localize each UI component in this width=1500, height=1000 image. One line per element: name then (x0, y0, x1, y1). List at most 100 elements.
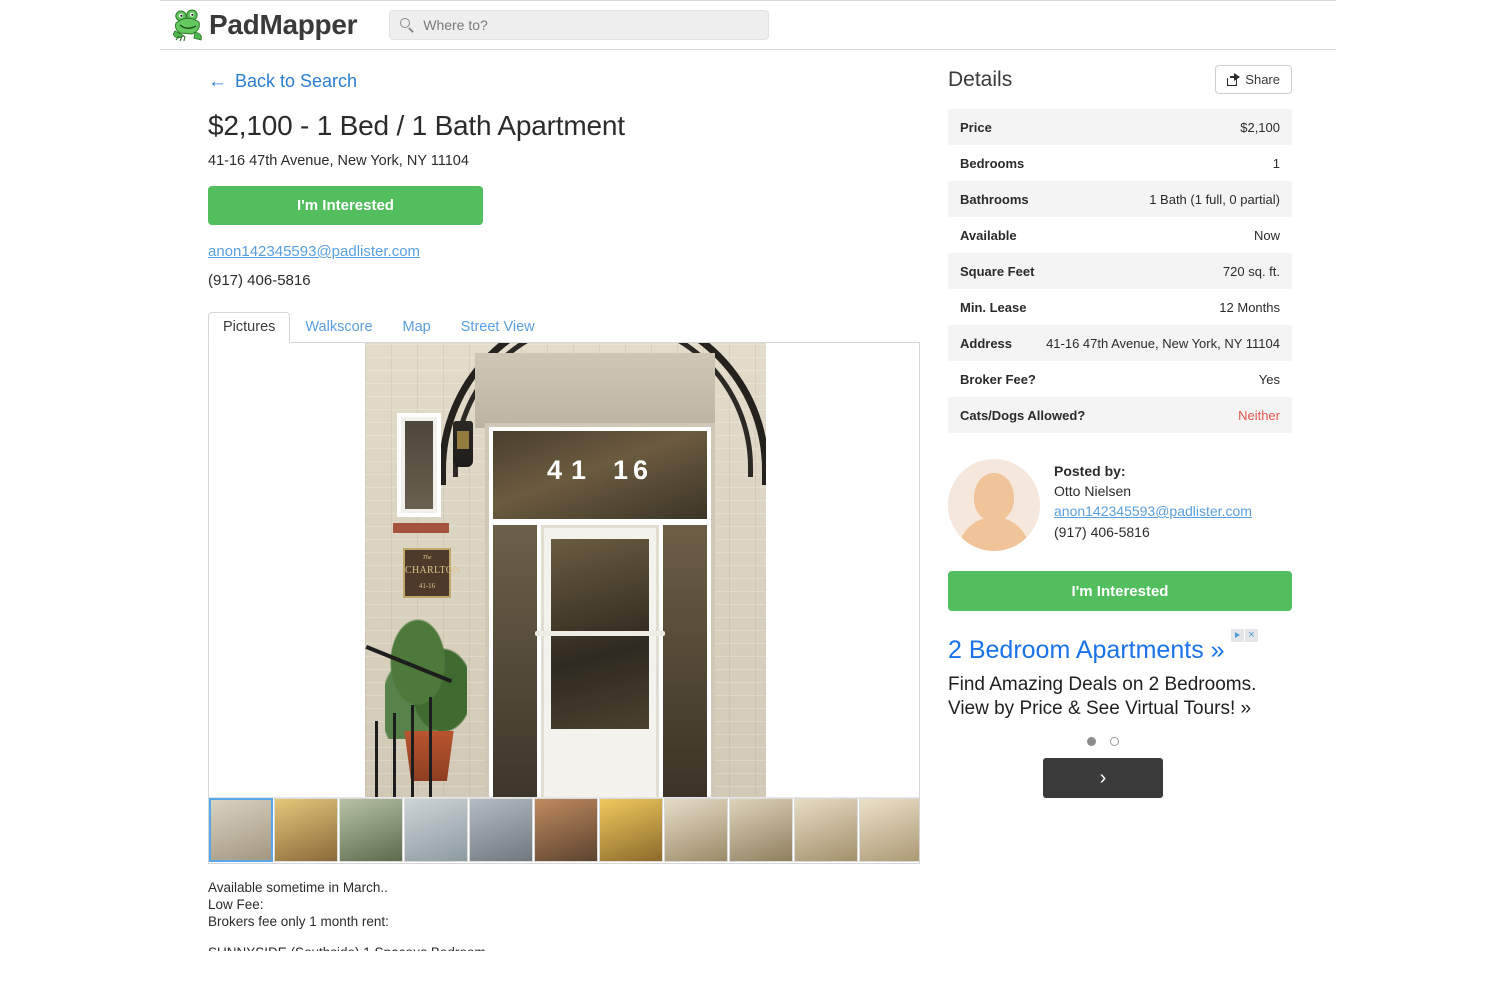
detail-label: Address (960, 335, 1013, 351)
detail-label: Bathrooms (960, 191, 1029, 207)
thumbnail-item[interactable] (859, 798, 919, 862)
thumbnail-item[interactable] (469, 798, 533, 862)
description-line-clipped: SUNNYSIDE (Southside) 1 Spacous Bedroom (208, 945, 923, 951)
listing-address: 41-16 47th Avenue, New York, NY 11104 (208, 153, 469, 169)
poster-block: Posted by: Otto Nielsen anon142345593@pa… (948, 459, 1292, 551)
detail-label: Square Feet (960, 263, 1035, 279)
address-digit-2: 1 (571, 455, 587, 485)
description-line: Low Fee: (208, 896, 264, 912)
back-arrow-icon: ← (208, 71, 227, 92)
close-icon[interactable]: × (1245, 629, 1258, 642)
detail-value: 12 Months (1219, 299, 1280, 315)
table-row: Square Feet 720 sq. ft. (948, 253, 1292, 289)
detail-value: 41-16 47th Avenue, New York, NY 11104 (1046, 335, 1280, 351)
adchoices-icon[interactable] (1231, 629, 1244, 642)
contact-email-link[interactable]: anon142345593@padlister.com (208, 243, 420, 260)
padmapper-listing-page: PadMapper Where to? ← Back to Search $2,… (0, 0, 1500, 1000)
carousel-dot-active[interactable] (1087, 737, 1096, 747)
brand-name: PadMapper (209, 9, 358, 40)
adchoices-controls[interactable]: × (1231, 629, 1258, 642)
share-external-link-icon (1227, 73, 1241, 86)
share-button[interactable]: Share (1215, 65, 1292, 94)
thumbnail-item[interactable] (274, 798, 338, 862)
carousel-dot[interactable] (1110, 737, 1119, 747)
brand-logo[interactable]: PadMapper (172, 7, 358, 43)
thumbnail-item[interactable] (794, 798, 858, 862)
address-digit-3: 1 (613, 455, 629, 485)
avatar (948, 459, 1040, 551)
advertisement: × 2 Bedroom Apartments » Find Amazing De… (948, 629, 1258, 799)
poster-info: Posted by: Otto Nielsen anon142345593@pa… (1054, 459, 1252, 551)
listing-sidebar: Details Share Price $2,100 Bedrooms 1 Ba… (948, 65, 1292, 799)
detail-label: Price (960, 119, 992, 135)
plaque-line-1: The (422, 555, 432, 561)
tab-street-view[interactable]: Street View (446, 312, 550, 344)
poster-email-link[interactable]: anon142345593@padlister.com (1054, 503, 1252, 519)
detail-value: 1 Bath (1 full, 0 partial) (1149, 191, 1280, 207)
search-placeholder: Where to? (423, 17, 488, 33)
table-row: Broker Fee? Yes (948, 361, 1292, 397)
thumbnail-item[interactable] (729, 798, 793, 862)
status-badge: Neither (1238, 407, 1280, 423)
railing (365, 643, 457, 813)
description-line: Brokers fee only 1 month rent: (208, 913, 389, 929)
thumbnail-strip[interactable] (209, 797, 919, 863)
thumbnail-item[interactable] (404, 798, 468, 862)
detail-value: Yes (1258, 371, 1280, 387)
tab-walkscore[interactable]: Walkscore (290, 312, 387, 344)
plaque-line-3: 41-16 (418, 582, 436, 590)
search-icon (400, 17, 415, 33)
thumbnail-item[interactable] (599, 798, 663, 862)
poster-phone: (917) 406-5816 (1054, 524, 1150, 540)
table-row: Price $2,100 (948, 109, 1292, 145)
detail-label: Broker Fee? (960, 371, 1036, 387)
page-content: ← Back to Search $2,100 - 1 Bed / 1 Bath… (160, 51, 1336, 1000)
details-header: Details Share (948, 65, 1292, 94)
media-tabs: Pictures Walkscore Map Street View (208, 311, 923, 343)
main-photo[interactable]: The CHARLTON 41-16 4 1 1 6 (365, 343, 766, 863)
ad-body: Find Amazing Deals on 2 Bedrooms. View b… (948, 674, 1257, 720)
ad-next-button[interactable]: › (1043, 758, 1163, 799)
im-interested-button[interactable]: I'm Interested (208, 186, 483, 225)
table-row: Available Now (948, 217, 1292, 253)
site-header: PadMapper Where to? (160, 0, 1336, 50)
contact-phone: (917) 406-5816 (208, 272, 311, 289)
details-title: Details (948, 67, 1013, 91)
detail-label: Bedrooms (960, 155, 1025, 171)
table-row: Min. Lease 12 Months (948, 289, 1292, 325)
building-plaque: The CHARLTON 41-16 (403, 548, 461, 598)
address-digit-4: 6 (633, 455, 649, 485)
photo-gallery: The CHARLTON 41-16 4 1 1 6 (208, 342, 920, 864)
table-row: Address 41-16 47th Avenue, New York, NY … (948, 325, 1292, 361)
search-input[interactable]: Where to? (389, 10, 770, 40)
detail-value: 1 (1272, 155, 1280, 171)
ad-title[interactable]: 2 Bedroom Apartments » (948, 635, 1258, 665)
back-to-search-label: Back to Search (235, 71, 358, 91)
thumbnail-item[interactable] (664, 798, 728, 862)
detail-label: Available (960, 227, 1017, 243)
listing-main-column: ← Back to Search $2,100 - 1 Bed / 1 Bath… (208, 51, 923, 951)
thumbnail-item[interactable] (339, 798, 403, 862)
thumbnail-item[interactable] (209, 798, 273, 862)
posted-by-label: Posted by: (1054, 463, 1126, 479)
detail-label: Min. Lease (960, 299, 1027, 315)
detail-value: $2,100 (1240, 119, 1280, 135)
table-row: Cats/Dogs Allowed? Neither (948, 397, 1292, 433)
tab-pictures[interactable]: Pictures (208, 311, 291, 343)
frog-logo-icon (172, 7, 206, 43)
description-line: Available sometime in March.. (208, 880, 388, 895)
detail-value: 720 sq. ft. (1222, 263, 1280, 279)
detail-label: Cats/Dogs Allowed? (960, 407, 1086, 423)
table-row: Bedrooms 1 (948, 145, 1292, 181)
tab-map[interactable]: Map (388, 312, 446, 344)
ad-carousel-dots[interactable] (948, 737, 1258, 747)
page-title: $2,100 - 1 Bed / 1 Bath Apartment (208, 110, 625, 141)
thumbnail-item[interactable] (534, 798, 598, 862)
share-button-label: Share (1245, 72, 1280, 87)
listing-description: Available sometime in March.. Low Fee: B… (208, 880, 923, 951)
address-digit-1: 4 (547, 455, 563, 485)
detail-value: Now (1253, 227, 1280, 243)
im-interested-button-sidebar[interactable]: I'm Interested (948, 571, 1292, 611)
plaque-line-2: CHARLTON (405, 565, 461, 576)
back-to-search-link[interactable]: ← Back to Search (208, 71, 357, 92)
